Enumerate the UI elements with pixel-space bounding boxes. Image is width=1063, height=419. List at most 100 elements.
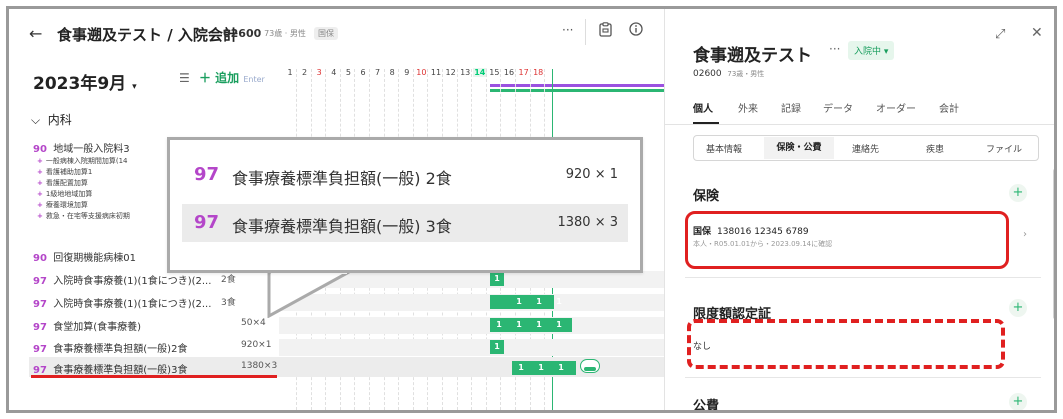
row-name: 地域一般入院料3 [53, 144, 130, 155]
day-cell[interactable]: 1 [554, 361, 568, 375]
add-public-expense-button[interactable]: + [1009, 393, 1027, 410]
list-item[interactable]: 97 食事療養標準負担額(一般)2食 920×1 [33, 340, 271, 355]
page-title: 食事遡及テスト / 入院会計 [57, 26, 238, 44]
day-cell[interactable]: 1 [512, 295, 526, 309]
sub-item-label: 療養環境加算 [45, 201, 88, 209]
sub-item[interactable]: + 看護補助加算1 [37, 167, 92, 177]
sub-item[interactable]: + 一般病棟入院期間加算(14 [37, 156, 128, 166]
sub-item[interactable]: + 療養環境加算 [37, 200, 88, 210]
day-3[interactable]: 3 [312, 68, 326, 77]
list-item[interactable]: 97 食堂加算(食事療養) 50×4 [33, 318, 266, 333]
day-cell[interactable]: 1 [552, 295, 566, 309]
add-insurance-button[interactable]: + [1009, 184, 1027, 202]
plus-icon: + [37, 168, 43, 176]
row-code: 97 [33, 322, 47, 333]
add-button[interactable]: ＋ 追加 Enter [199, 69, 265, 86]
plus-icon: + [37, 190, 43, 198]
list-item[interactable]: 97 入院時食事療養(1)(1食につき)(2... 3食 [33, 295, 236, 310]
day-2[interactable]: 2 [298, 68, 312, 77]
divider [685, 377, 1041, 378]
section-internal-medicine[interactable]: ⌵ 内科 [31, 111, 72, 128]
day-cell[interactable]: 1 [534, 361, 548, 375]
day-11[interactable]: 11 [429, 68, 443, 77]
segment-basic-info[interactable]: 基本情報 [706, 142, 742, 155]
tab-records[interactable]: 記録 [781, 100, 801, 115]
day-cell[interactable]: 1 [492, 318, 506, 332]
day-6[interactable]: 6 [356, 68, 370, 77]
day-cell[interactable]: 1 [552, 318, 566, 332]
filter-icon[interactable]: ☰ [179, 71, 190, 85]
day-cell[interactable]: 1 [512, 318, 526, 332]
day-cell[interactable]: 1 [490, 272, 504, 286]
day-9[interactable]: 9 [400, 68, 414, 77]
segment-insurance[interactable]: 保険・公費 [764, 137, 834, 159]
tab-billing[interactable]: 会計 [939, 100, 959, 115]
callout-value: 920 × 1 [565, 167, 618, 182]
day-cell[interactable]: 1 [532, 318, 546, 332]
day-15[interactable]: 15 [487, 68, 501, 77]
day-18[interactable]: 18 [531, 68, 545, 77]
arrow-left-icon[interactable]: ← [29, 24, 42, 43]
callout-name: 食事療養標準負担額(一般) 3食 [232, 217, 452, 236]
list-item[interactable]: 97 入院時食事療養(1)(1食につき)(2... 2食 [33, 272, 236, 287]
sub-item-label: 看護補助加算1 [45, 168, 93, 176]
day-16[interactable]: 16 [502, 68, 516, 77]
month-selector[interactable]: 2023年9月 ▾ [33, 69, 137, 94]
day-cell[interactable]: 1 [514, 361, 528, 375]
tab-personal[interactable]: 個人 [693, 100, 713, 115]
list-item-selected[interactable]: 97 食事療養標準負担額(一般)3食 1380×3 [33, 361, 277, 376]
sub-item[interactable]: + 看護配置加算 [37, 178, 88, 188]
divider [665, 124, 1054, 125]
day-8[interactable]: 8 [385, 68, 399, 77]
day-1[interactable]: 1 [283, 68, 297, 77]
close-icon[interactable]: ✕ [1031, 25, 1043, 41]
sub-item[interactable]: + 救急・在宅等支援病床初期 [37, 211, 130, 221]
more-icon[interactable]: ··· [829, 42, 840, 56]
clipboard-icon[interactable] [599, 22, 612, 41]
tab-orders[interactable]: オーダー [876, 100, 916, 115]
row-name: 入院時食事療養(1)(1食につき)(2... [53, 276, 212, 287]
day-7[interactable]: 7 [371, 68, 385, 77]
row-track [279, 317, 664, 334]
sub-item-label: 救急・在宅等支援病床初期 [45, 212, 130, 220]
patient-meta: · 73歳 · 男性 [259, 29, 306, 38]
callout-line: 97 食事療養標準負担額(一般) 2食 920 × 1 [182, 156, 628, 194]
section-label: 内科 [47, 113, 72, 127]
row-count: 50×4 [241, 318, 266, 328]
sub-item[interactable]: +1級地地域加算 [37, 189, 92, 199]
add-limit-certificate-button[interactable]: + [1009, 299, 1027, 317]
scrollbar[interactable] [1053, 169, 1054, 319]
status-badge[interactable]: 入院中 ▾ [848, 41, 895, 60]
callout-tail [267, 270, 350, 318]
day-17[interactable]: 17 [517, 68, 531, 77]
tab-outpatient[interactable]: 外来 [738, 100, 758, 115]
drag-handle-icon[interactable] [580, 359, 600, 373]
day-13[interactable]: 13 [458, 68, 472, 77]
day-14[interactable]: 14 [472, 68, 487, 77]
list-item[interactable]: 90 回復期機能病棟01 [33, 249, 136, 264]
segment-diseases[interactable]: 疾患 [926, 142, 944, 155]
chevron-right-icon[interactable]: › [1023, 229, 1027, 240]
plus-icon: + [37, 157, 43, 165]
expand-icon[interactable]: ⤢ [995, 27, 1005, 42]
segment-files[interactable]: ファイル [986, 142, 1022, 155]
day-12[interactable]: 12 [444, 68, 458, 77]
sub-item-label: 看護配置加算 [45, 179, 88, 187]
more-icon[interactable]: ··· [562, 23, 573, 37]
public-expense-heading: 公費 [693, 399, 720, 413]
sub-item-label: 一般病棟入院期間加算(14 [45, 157, 128, 165]
day-10[interactable]: 10 [414, 68, 428, 77]
day-5[interactable]: 5 [341, 68, 355, 77]
segment-contacts[interactable]: 連絡先 [852, 142, 879, 155]
row-count: 1380×3 [241, 361, 278, 371]
list-item[interactable]: 90 地域一般入院料3 [33, 140, 130, 155]
row-code: 90 [33, 144, 47, 155]
tab-data[interactable]: データ [823, 100, 853, 115]
info-icon[interactable] [629, 22, 643, 40]
app-window: ← 食事遡及テスト / 入院会計 02600 · 73歳 · 男性 国保 ···… [6, 6, 1057, 413]
day-cell[interactable]: 1 [532, 295, 546, 309]
day-cell[interactable]: 1 [490, 340, 504, 354]
chevron-down-icon: ⌵ [31, 113, 41, 127]
panel-patient-meta: 73歳・男性 [727, 70, 765, 78]
day-4[interactable]: 4 [327, 68, 341, 77]
